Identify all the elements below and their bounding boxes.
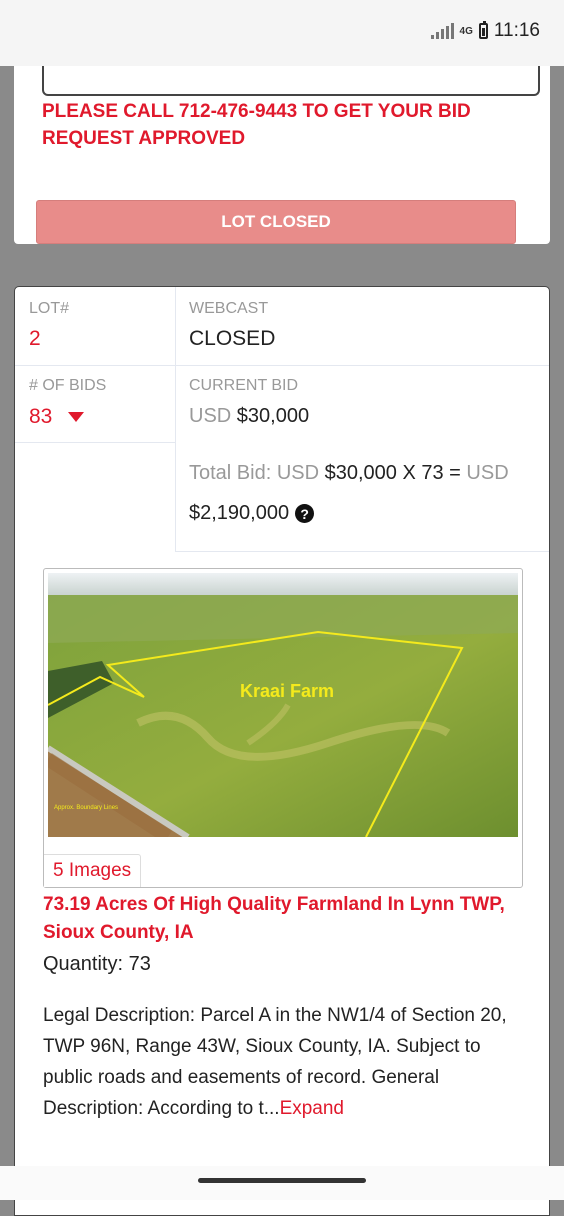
lot-description: Legal Description: Parcel A in the NW1/4… (43, 1000, 521, 1124)
status-icons: 4G 11:16 (430, 20, 540, 42)
approval-warning: PLEASE CALL 712-476-9443 TO GET YOUR BID… (42, 101, 471, 149)
current-bid-amount: $30,000 (236, 405, 310, 427)
lot-card: LOT# 2 WEBCAST CLOSED # OF BIDS 83 CURRE… (14, 286, 550, 1216)
clock: 11:16 (493, 20, 540, 41)
caret-down-icon[interactable] (68, 412, 85, 423)
help-circle-icon[interactable]: ? (295, 504, 315, 524)
row-divider (15, 365, 175, 366)
currency-code: USD (466, 462, 509, 484)
photo-caption: Approx. Boundary Lines (54, 805, 118, 811)
lot-quantity: Quantity: 73 (43, 953, 151, 975)
battery-icon (478, 21, 488, 39)
total-bid-label: Total Bid: (189, 462, 272, 484)
network-type: 4G (459, 25, 473, 37)
column-divider (175, 287, 176, 551)
row-divider (175, 365, 549, 366)
expand-link[interactable]: Expand (280, 1098, 344, 1119)
total-bid: Total Bid: USD $30,000 X 73 = USD $2,190… (189, 453, 541, 533)
page-content[interactable]: PLEASE CALL 712-476-9443 TO GET YOUR BID… (0, 66, 564, 1216)
bids-count-toggle[interactable]: 83 (29, 405, 85, 429)
webcast-status: CLOSED (189, 327, 276, 350)
total-bid-value: $2,190,000 (189, 502, 290, 524)
current-bid: USD $30,000 (189, 405, 309, 428)
row-divider (175, 551, 549, 552)
total-bid-expression: $30,000 X 73 = (324, 462, 461, 484)
farm-aerial-photo[interactable]: Kraai Farm Approx. Boundary Lines (48, 573, 518, 837)
lot-image-gallery[interactable]: Kraai Farm Approx. Boundary Lines 5 Imag… (43, 568, 523, 888)
webcast-label: WEBCAST (189, 300, 269, 317)
photo-overlay-text: Kraai Farm (240, 681, 334, 701)
gesture-nav-bar (0, 1166, 564, 1200)
bids-label: # OF BIDS (29, 377, 107, 394)
current-bid-label: CURRENT BID (189, 377, 299, 394)
signal-icon (430, 23, 454, 39)
images-count-badge[interactable]: 5 Images (44, 854, 142, 887)
bids-count: 83 (29, 405, 53, 428)
row-divider (15, 442, 175, 443)
status-bar: 4G 11:16 (0, 0, 564, 66)
currency-code: USD (276, 462, 320, 484)
lot-closed-button[interactable]: LOT CLOSED (36, 200, 516, 244)
previous-lot-card: PLEASE CALL 712-476-9443 TO GET YOUR BID… (14, 66, 550, 244)
lot-number-label: LOT# (29, 300, 70, 317)
bid-input-field[interactable] (42, 66, 540, 96)
lot-title[interactable]: 73.19 Acres Of High Quality Farmland In … (43, 891, 513, 947)
currency-code: USD (189, 405, 232, 427)
home-indicator[interactable] (198, 1178, 366, 1183)
description-text: Legal Description: Parcel A in the NW1/4… (43, 1005, 507, 1119)
lot-number: 2 (29, 327, 41, 350)
